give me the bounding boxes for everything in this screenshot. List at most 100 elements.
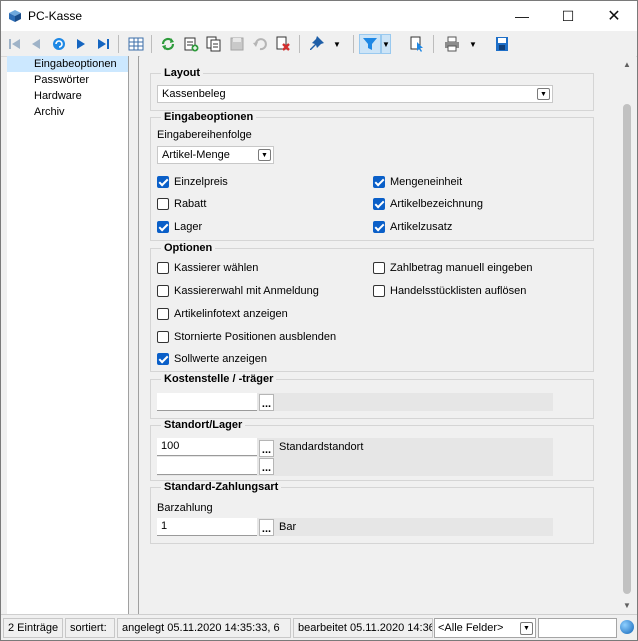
options-navigation: Eingabeoptionen Passwörter Hardware Arch…	[7, 56, 129, 614]
cost-center-browse-button[interactable]: ...	[259, 394, 274, 411]
save-layout-icon[interactable]	[492, 34, 512, 54]
chevron-down-icon[interactable]: ▼	[537, 88, 550, 100]
toolbar: ▼ ▼ ▼	[1, 31, 637, 57]
layout-select[interactable]: Kassenbeleg ▼	[157, 85, 553, 103]
zahlbetrag-manuell-checkbox[interactable]	[373, 262, 385, 274]
pin-icon[interactable]	[307, 34, 327, 54]
location-name: Standardstandort	[279, 441, 364, 453]
lager-label: Lager	[174, 221, 203, 233]
handelsstuecklisten-checkbox[interactable]	[373, 285, 385, 297]
options-content: Layout Kassenbeleg ▼ Eingabeoptionen Ein…	[140, 56, 618, 614]
scroll-thumb[interactable]	[623, 104, 631, 594]
warehouse-browse-button[interactable]: ...	[259, 458, 274, 475]
maximize-button[interactable]: ☐	[545, 1, 591, 31]
input-options-title: Eingabeoptionen	[161, 111, 257, 124]
edited-timestamp: bearbeitet 05.11.2020 14:36:	[293, 618, 433, 638]
input-order-value: Artikel-Menge	[162, 149, 230, 161]
title-bar: PC-Kasse — ☐ ✕	[1, 1, 637, 31]
vertical-scrollbar[interactable]: ▲ ▼	[618, 56, 636, 614]
refresh-circle-icon[interactable]	[49, 34, 69, 54]
table-view-icon[interactable]	[126, 34, 146, 54]
previous-record-icon[interactable]	[26, 34, 46, 54]
quick-search-input[interactable]	[538, 618, 617, 638]
last-record-icon[interactable]	[93, 34, 113, 54]
filter-dropdown-icon[interactable]: ▼	[381, 34, 391, 54]
input-order-label: Eingabereihenfolge	[157, 129, 252, 141]
undo-icon[interactable]	[250, 34, 270, 54]
artikelinfotext-label: Artikelinfotext anzeigen	[174, 308, 288, 320]
payment-browse-button[interactable]: ...	[259, 519, 274, 536]
nav-item-eingabeoptionen[interactable]: Eingabeoptionen	[7, 56, 128, 72]
input-order-select[interactable]: Artikel-Menge ▼	[157, 146, 274, 164]
location-browse-button[interactable]: ...	[259, 440, 274, 457]
stornierte-positionen-label: Stornierte Positionen ausblenden	[174, 331, 337, 343]
location-input[interactable]: 100	[157, 438, 257, 456]
sollwerte-label: Sollwerte anzeigen	[174, 353, 267, 365]
payment-value: 1	[161, 520, 168, 532]
scroll-up-icon[interactable]: ▲	[618, 56, 636, 73]
nav-item-passwoerter[interactable]: Passwörter	[7, 72, 128, 88]
pin-dropdown-icon[interactable]: ▼	[332, 34, 342, 54]
artikelzusatz-checkbox[interactable]	[373, 221, 385, 233]
print-dropdown-icon[interactable]: ▼	[468, 34, 478, 54]
layout-select-value: Kassenbeleg	[162, 88, 226, 100]
delete-record-icon[interactable]	[273, 34, 293, 54]
document-cursor-icon[interactable]	[407, 34, 427, 54]
input-options-group: Eingabeoptionen Eingabereihenfolge Artik…	[150, 111, 594, 241]
zahlbetrag-manuell-label: Zahlbetrag manuell eingeben	[390, 262, 533, 274]
artikelbezeichnung-label: Artikelbezeichnung	[390, 198, 483, 210]
chevron-down-icon[interactable]: ▼	[258, 149, 271, 161]
mengeneinheit-checkbox[interactable]	[373, 176, 385, 188]
app-window: PC-Kasse — ☐ ✕ ▼ ▼ ▼ Eingabeoptionen Pas…	[0, 0, 638, 641]
filter-icon[interactable]	[359, 34, 381, 54]
artikelbezeichnung-checkbox[interactable]	[373, 198, 385, 210]
cost-center-input[interactable]	[157, 393, 257, 411]
cost-center-group: Kostenstelle / -träger ...	[150, 373, 594, 419]
kassierer-waehlen-checkbox[interactable]	[157, 262, 169, 274]
toolbar-separator	[433, 35, 434, 53]
next-record-icon[interactable]	[71, 34, 91, 54]
payment-input[interactable]: 1	[157, 518, 257, 536]
panel-splitter[interactable]	[129, 56, 139, 614]
close-button[interactable]: ✕	[591, 1, 637, 31]
stornierte-positionen-checkbox[interactable]	[157, 331, 169, 343]
artikelinfotext-checkbox[interactable]	[157, 308, 169, 320]
location-value: 100	[161, 440, 180, 452]
scroll-down-icon[interactable]: ▼	[618, 597, 636, 614]
warehouse-input[interactable]	[157, 457, 257, 475]
created-timestamp: angelegt 05.11.2020 14:35:33, 6	[117, 618, 291, 638]
print-icon[interactable]	[442, 34, 462, 54]
globe-icon[interactable]	[620, 620, 634, 634]
save-icon[interactable]	[227, 34, 247, 54]
payment-title: Standard-Zahlungsart	[161, 481, 282, 494]
kassierer-waehlen-label: Kassierer wählen	[174, 262, 259, 274]
copy-record-icon[interactable]	[204, 34, 224, 54]
record-count: 2 Einträge	[3, 618, 63, 638]
rabatt-label: Rabatt	[174, 198, 207, 210]
lager-checkbox[interactable]	[157, 221, 169, 233]
cost-center-title: Kostenstelle / -träger	[161, 373, 277, 386]
nav-item-hardware[interactable]: Hardware	[7, 88, 128, 104]
reload-icon[interactable]	[158, 34, 178, 54]
sollwerte-checkbox[interactable]	[157, 353, 169, 365]
payment-name: Bar	[279, 521, 297, 533]
einzelpreis-checkbox[interactable]	[157, 176, 169, 188]
chevron-down-icon[interactable]: ▼	[520, 622, 533, 635]
mengeneinheit-label: Mengeneinheit	[390, 176, 463, 188]
location-title: Standort/Lager	[161, 419, 246, 432]
toolbar-separator	[353, 35, 354, 53]
layout-group: Layout Kassenbeleg ▼	[150, 67, 594, 111]
minimize-button[interactable]: —	[499, 1, 545, 31]
kassiererwahl-anmeldung-label: Kassiererwahl mit Anmeldung	[174, 285, 319, 297]
app-cube-icon	[9, 10, 21, 22]
kassiererwahl-anmeldung-checkbox[interactable]	[157, 285, 169, 297]
filter-field-select[interactable]: <Alle Felder> ▼	[434, 618, 536, 638]
sort-status: sortiert:	[65, 618, 115, 638]
location-group: Standort/Lager 100 ... Standardstandort …	[150, 419, 594, 481]
rabatt-checkbox[interactable]	[157, 198, 169, 210]
nav-item-archiv[interactable]: Archiv	[7, 104, 128, 120]
payment-label: Barzahlung	[157, 502, 213, 514]
first-record-icon[interactable]	[5, 34, 25, 54]
options-group: Optionen Kassierer wählen Zahlbetrag man…	[150, 242, 594, 372]
new-record-icon[interactable]	[181, 34, 201, 54]
